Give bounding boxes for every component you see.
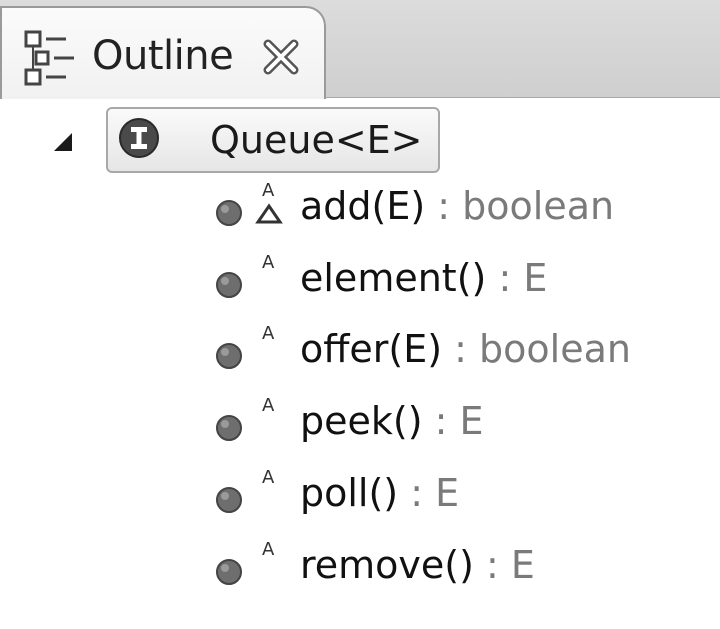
public-method-icon (216, 487, 242, 513)
public-method-icon (216, 343, 242, 369)
tree-item-remove[interactable]: A remove() : E (210, 539, 710, 599)
tree-item-element[interactable]: A element() : E (210, 252, 710, 312)
close-x-icon[interactable] (262, 38, 300, 76)
tree-item-offer[interactable]: A offer(E) : boolean (210, 323, 710, 383)
member-label: poll() : E (300, 471, 460, 515)
tree-item-poll[interactable]: A poll() : E (210, 467, 710, 527)
tree-item-add[interactable]: A add(E) : boolean (210, 180, 710, 240)
public-method-icon (216, 559, 242, 585)
view-tab-bar: Outline (0, 0, 720, 99)
public-method-icon (216, 200, 242, 226)
svg-text:A: A (262, 467, 275, 488)
abstract-overlay-icon: A (262, 252, 275, 273)
abstract-overlay-icon: A (262, 539, 275, 560)
abstract-marker: A (262, 180, 275, 201)
tab-outline[interactable]: Outline (0, 6, 326, 99)
abstract-overlay-icon: A (262, 323, 275, 344)
member-label: peek() : E (300, 399, 484, 443)
outline-view: Outline Queue<E> A add(E): boolean A el… (0, 0, 720, 629)
abstract-overlay-icon: A (262, 395, 275, 416)
svg-text:A: A (262, 323, 275, 344)
member-label: remove() : E (300, 543, 535, 587)
outline-tree: Queue<E> A add(E) : boolean A element() … (0, 99, 720, 629)
abstract-overlay-icon: A (262, 467, 275, 488)
svg-text:A: A (262, 252, 275, 273)
expanded-triangle-icon[interactable] (52, 131, 74, 153)
tab-title: Outline (92, 33, 234, 79)
tree-node-queue[interactable]: Queue<E> (106, 107, 440, 173)
abstract-override-overlay-icon: A (255, 180, 283, 224)
interface-icon (119, 118, 159, 158)
member-label: add(E) : boolean (300, 184, 615, 228)
tree-item-peek[interactable]: A peek() : E (210, 395, 710, 455)
public-method-icon (216, 415, 242, 441)
svg-text:A: A (262, 395, 275, 416)
public-method-icon (216, 272, 242, 298)
outline-view-icon (24, 30, 74, 86)
svg-text:A: A (262, 539, 275, 560)
tree-node-label: Queue<E> (210, 118, 423, 162)
member-label: element() : E (300, 256, 548, 300)
member-label: offer(E) : boolean (300, 327, 631, 371)
